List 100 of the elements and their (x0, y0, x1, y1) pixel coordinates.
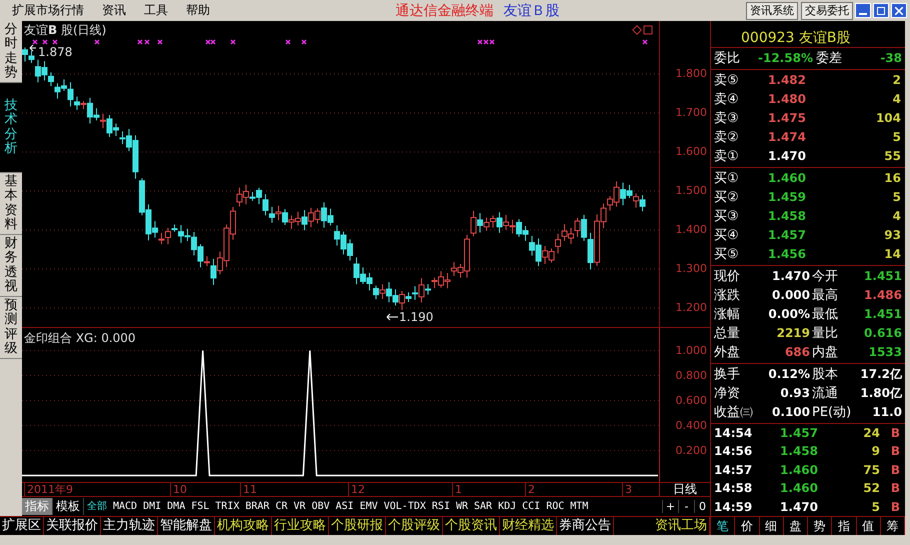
indicator-tab[interactable]: FSL (188, 498, 212, 514)
bottom-tab[interactable]: 财经精选 (500, 517, 557, 535)
indicator-tab[interactable]: 全部 (84, 498, 110, 514)
indicator-tab[interactable]: RSI (428, 498, 453, 514)
detail-tab[interactable]: 价 (735, 517, 760, 535)
indicator-tab[interactable]: VOL-TDX (380, 498, 429, 514)
indicator-tab[interactable]: VR (290, 498, 309, 514)
menu-item[interactable]: 扩展市场行情 (6, 2, 96, 19)
bottom-tab[interactable]: 智能解盘 (158, 517, 215, 535)
order-label: 买① (714, 170, 740, 187)
order-volume: 4 (892, 209, 902, 223)
bottom-tab[interactable]: 主力轨迹 (101, 517, 158, 535)
side-tab[interactable]: 财务透视 (0, 235, 22, 297)
mode-tab[interactable]: 指标 (22, 498, 53, 514)
date-label: 12 (348, 483, 365, 496)
field-value: 1.451 (863, 307, 903, 321)
field-label: PE(动) (812, 404, 852, 421)
close-button[interactable] (891, 3, 907, 18)
bottom-tab[interactable]: 个股评级 (386, 517, 443, 535)
side-tab[interactable]: 技术分析 (0, 83, 22, 173)
order-label: 买② (714, 189, 740, 206)
axis-label: 1.600 (676, 146, 707, 158)
indicator-tab[interactable]: CR (272, 498, 291, 514)
indicator-tab[interactable]: TRIX (212, 498, 242, 514)
indicator-tab[interactable]: WR (452, 498, 472, 514)
field-value: 0.100 (771, 405, 811, 419)
field-value: 0.12% (767, 367, 811, 381)
side-tab[interactable]: 分时走势 (0, 21, 22, 83)
order-volume: 4 (892, 92, 902, 106)
field-value: 0.93 (779, 386, 811, 400)
indicator-tab[interactable]: EMV (356, 498, 381, 514)
trade-volume: 5 (870, 500, 881, 514)
order-volume: 5 (892, 130, 902, 144)
menu-item[interactable]: 帮助 (180, 2, 222, 19)
indicator-tab[interactable]: CCI (519, 498, 544, 514)
bottom-tab[interactable]: 个股研报 (329, 517, 386, 535)
bottom-tab[interactable]: 关联报价 (44, 517, 101, 535)
indicator-tab[interactable]: ROC (543, 498, 568, 514)
bottom-tab[interactable]: 个股资讯 (443, 517, 500, 535)
indicator-tab[interactable]: DMA (164, 498, 188, 514)
indicator-tab[interactable]: OBV (308, 498, 333, 514)
order-label: 卖④ (714, 91, 740, 108)
price-label: 1.190 (399, 310, 434, 324)
trade-side: B (890, 481, 901, 496)
maximize-button[interactable] (873, 3, 889, 18)
indicator-tab[interactable]: SAR (471, 498, 496, 514)
detail-tab[interactable]: 细 (760, 517, 784, 535)
order-price: 1.458 (767, 209, 807, 223)
order-price: 1.460 (767, 171, 807, 185)
zoom-button[interactable]: - (678, 500, 694, 512)
detail-tab[interactable]: 筹 (880, 517, 905, 535)
menu-item[interactable]: 资讯 (96, 2, 138, 19)
indicator-tab[interactable]: DMI (140, 498, 164, 514)
indicator-tab[interactable]: ASI (332, 498, 357, 514)
axis-label: 1.500 (676, 185, 707, 197)
indicator-tab[interactable]: KDJ (495, 498, 520, 514)
bottom-tab[interactable]: 行业攻略 (272, 517, 329, 535)
side-tab[interactable]: 基本资料 (0, 173, 22, 235)
mode-tab[interactable]: 模板 (53, 498, 84, 514)
field-value: 0.00% (767, 307, 811, 321)
trade-price: 1.460 (779, 462, 819, 477)
trade-volume: 52 (862, 481, 881, 496)
order-volume: 104 (874, 111, 902, 125)
trade-side: B (890, 426, 901, 440)
axis-label: 1.400 (676, 224, 707, 236)
toolbar-button[interactable]: 资讯系统 (746, 2, 798, 20)
detail-tab[interactable]: 笔 (711, 517, 736, 535)
side-tab[interactable]: 预测评级 (0, 297, 22, 359)
date-label: 1 (452, 483, 462, 496)
menu-item[interactable]: 工具 (138, 2, 180, 19)
order-label: 卖③ (714, 110, 740, 127)
bottom-tab[interactable]: 机构攻略 (215, 517, 272, 535)
field-label: 最高 (812, 287, 839, 304)
zoom-button[interactable]: + (662, 500, 678, 512)
date-label: 10 (170, 483, 187, 496)
field-label: 换手 (714, 366, 741, 383)
order-price: 1.457 (767, 228, 807, 242)
date-label: 2011年9 (24, 483, 73, 496)
trade-time: 14:59 (714, 500, 754, 514)
field-label: 总量 (714, 325, 741, 342)
detail-tab[interactable]: 值 (856, 517, 881, 535)
field-value: -38 (879, 51, 903, 65)
detail-tab[interactable]: 盘 (784, 517, 808, 535)
toolbar-button[interactable]: 交易委托 (801, 2, 853, 20)
axis-label: 1.000 (676, 344, 707, 356)
indicator-title: 金印组合 XG: 0.000 (24, 331, 136, 345)
order-label: 卖② (714, 129, 740, 146)
minimize-button[interactable] (855, 3, 871, 18)
indicator-tab[interactable]: MACD (110, 498, 140, 514)
field-value: 0.000 (771, 288, 811, 302)
detail-tab[interactable]: 势 (808, 517, 832, 535)
bottom-tab[interactable]: 扩展区 (0, 517, 44, 535)
bottom-tab[interactable]: 券商公告 (557, 517, 614, 535)
indicator-tab[interactable]: BRAR (242, 498, 272, 514)
indicator-tab[interactable]: MTM (567, 498, 592, 514)
detail-tab[interactable]: 指 (832, 517, 856, 535)
field-value: 2219 (776, 326, 811, 340)
field-value: 1533 (868, 345, 903, 359)
field-label: 涨幅 (714, 306, 741, 323)
field-value: 17.2亿 (859, 366, 903, 382)
